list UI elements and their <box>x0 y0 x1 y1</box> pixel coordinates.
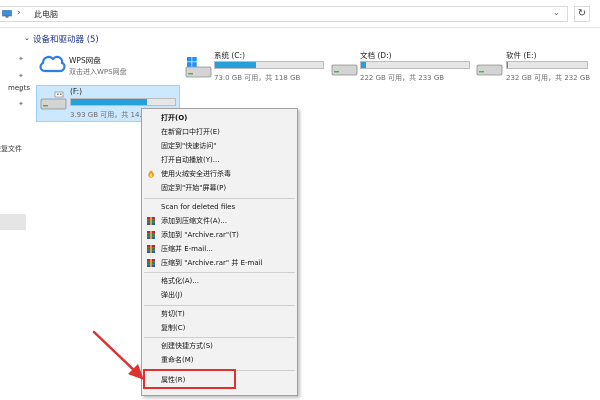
menu-item-scan-deleted[interactable]: Scan for deleted files <box>142 201 297 213</box>
pin-icon: ✦ <box>18 87 24 95</box>
refresh-icon[interactable]: ↻ <box>574 6 590 22</box>
nav-item-recovery[interactable]: 恢复文件 <box>0 144 24 154</box>
section-title[interactable]: 设备和驱动器 (5) <box>33 33 99 45</box>
usb-drive-icon <box>40 91 67 110</box>
breadcrumb-this-pc[interactable]: 此电脑 <box>34 9 58 20</box>
pin-icon: ✦ <box>18 55 24 63</box>
menu-item-antivirus-scan[interactable]: 使用火绒安全进行杀毒 <box>142 168 297 180</box>
drive-usage-bar <box>70 98 176 106</box>
menu-separator <box>144 272 295 273</box>
menu-item-add-archive-rar[interactable]: 添加到 "Archive.rar"(T) <box>142 229 297 241</box>
winrar-icon <box>147 245 155 253</box>
winrar-icon <box>147 231 155 239</box>
drive-subtitle: 232 GB 可用，共 232 GB <box>506 74 591 82</box>
winrar-icon <box>147 259 155 267</box>
drive-usage-bar <box>506 61 588 69</box>
menu-item-pin-start[interactable]: 固定到"开始"屏幕(P) <box>142 182 297 194</box>
context-menu: 打开(O) 在新窗口中打开(E) 固定到"快速访问" 打开自动播放(Y)... … <box>141 108 298 396</box>
drive-usage-bar <box>360 61 470 69</box>
menu-item-add-archive[interactable]: 添加到压缩文件(A)... <box>142 215 297 227</box>
menu-item-format[interactable]: 格式化(A)... <box>142 275 297 287</box>
menu-item-open-new-window[interactable]: 在新窗口中打开(E) <box>142 126 297 138</box>
menu-item-eject[interactable]: 弹出(J) <box>142 289 297 301</box>
drive-subtitle: 73.0 GB 可用，共 118 GB <box>214 74 301 82</box>
drive-icon <box>331 64 358 76</box>
pin-icon: ✦ <box>18 72 24 80</box>
drive-icon <box>476 64 503 76</box>
drive-name: (F:) <box>70 87 83 96</box>
drive-name: 软件 (E:) <box>506 51 537 60</box>
menu-item-autoplay[interactable]: 打开自动播放(Y)... <box>142 154 297 166</box>
nav-item-documents[interactable]: ments <box>0 84 30 92</box>
menu-item-cut[interactable]: 剪切(T) <box>142 308 297 320</box>
menu-item-compress-rar-email[interactable]: 压缩到 "Archive.rar" 并 E-mail <box>142 257 297 269</box>
chevron-down-icon[interactable]: ⌄ <box>24 34 30 42</box>
drive-usage-fill <box>507 62 508 68</box>
address-bar[interactable]: › 此电脑 ⌄ <box>0 6 568 22</box>
computer-icon <box>2 10 12 18</box>
menu-item-compress-email[interactable]: 压缩并 E-mail... <box>142 243 297 255</box>
breadcrumb-separator[interactable]: › <box>17 8 21 18</box>
drive-name: 文档 (D:) <box>360 51 392 60</box>
drive-subtitle: 双击进入WPS网盘 <box>69 68 127 76</box>
annotation-highlight-box <box>143 369 236 389</box>
drive-subtitle: 3.93 GB 可用，共 14.4 <box>70 111 147 119</box>
annotation-arrow-icon <box>92 330 144 380</box>
menu-item-open[interactable]: 打开(O) <box>142 112 297 124</box>
drive-subtitle: 222 GB 可用，共 233 GB <box>360 74 445 82</box>
menu-separator <box>144 305 295 306</box>
winrar-icon <box>147 217 155 225</box>
drive-usage-bar <box>214 61 324 69</box>
chevron-down-icon[interactable]: ⌄ <box>553 8 560 17</box>
huorong-icon <box>148 170 154 178</box>
drive-usage-fill <box>215 62 257 68</box>
menu-item-copy[interactable]: 复制(C) <box>142 322 297 334</box>
pin-icon: ✦ <box>18 100 24 108</box>
cloud-icon <box>39 55 66 73</box>
menu-item-create-shortcut[interactable]: 创建快捷方式(S) <box>142 340 297 352</box>
drive-name: WPS网盘 <box>69 56 101 65</box>
drive-usage-fill <box>71 99 147 105</box>
address-bar-area: › 此电脑 ⌄ ↻ <box>0 0 600 28</box>
menu-separator <box>144 337 295 338</box>
nav-item-selected[interactable] <box>0 214 26 230</box>
menu-separator <box>144 198 295 199</box>
drive-usage-fill <box>361 62 367 68</box>
drive-name: 系统 (C:) <box>214 51 245 60</box>
menu-item-pin-quick-access[interactable]: 固定到"快速访问" <box>142 140 297 152</box>
menu-item-rename[interactable]: 重命名(M) <box>142 354 297 366</box>
windows-drive-icon <box>185 57 212 78</box>
navigation-pane: ✦ ✦ ments ✦ ✦ 恢复文件 <box>0 28 30 400</box>
